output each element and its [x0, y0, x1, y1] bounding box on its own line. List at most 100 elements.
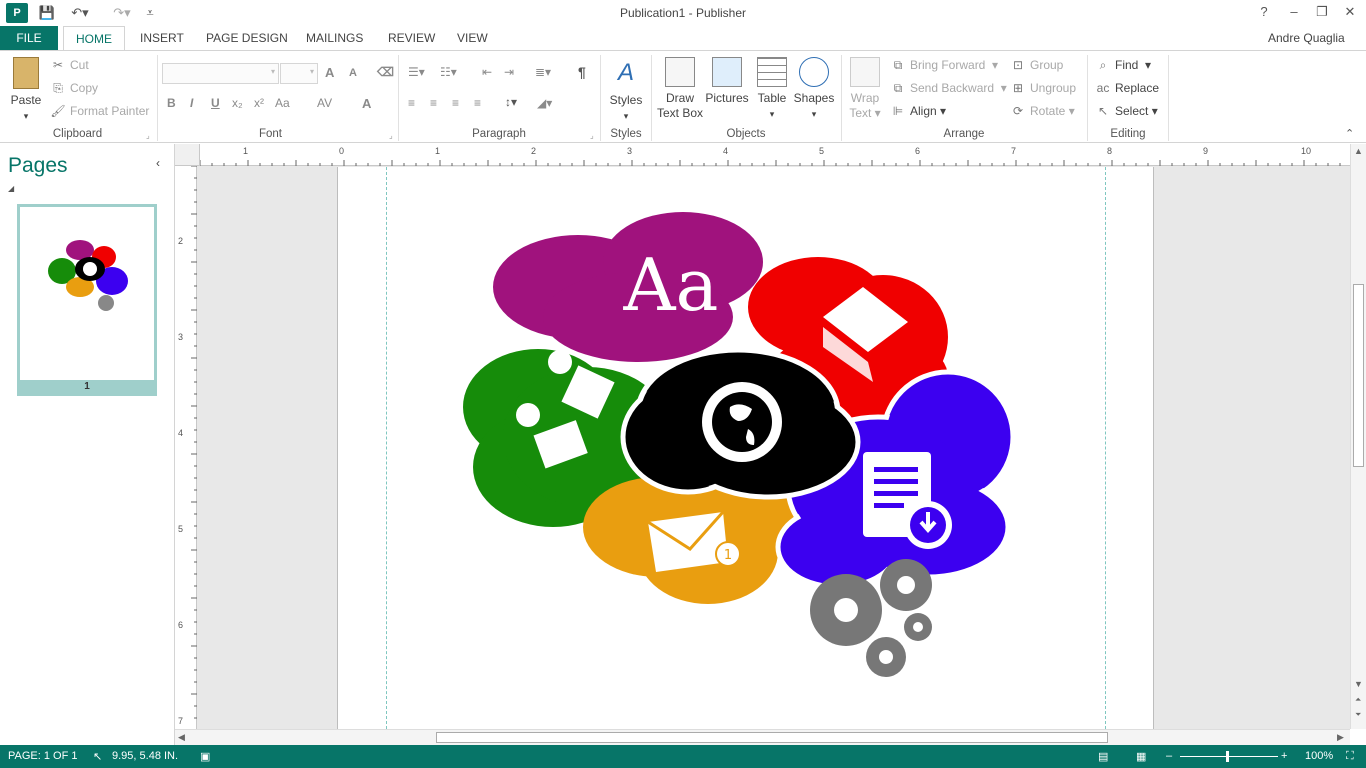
- shrink-font-button[interactable]: A: [349, 67, 357, 79]
- wrap-text-button[interactable]: Wrap Text ▾: [846, 57, 884, 121]
- cut-button[interactable]: ✂ Cut: [50, 57, 89, 73]
- bullets-icon[interactable]: ☰▾: [408, 65, 425, 79]
- zoom-slider-thumb[interactable]: [1226, 751, 1229, 762]
- ruler-label: 6: [178, 620, 184, 630]
- dialog-launcher-icon[interactable]: ⌟: [146, 131, 150, 140]
- cursor-arrow-icon: ↖: [93, 751, 103, 763]
- ruler-corner[interactable]: [175, 144, 200, 166]
- next-page-icon[interactable]: ⏷: [1355, 710, 1361, 720]
- justify-icon[interactable]: ≡: [474, 96, 481, 110]
- copy-icon: ⎘: [53, 81, 63, 95]
- thumbnail-artwork: [48, 240, 128, 311]
- format-painter-button[interactable]: 🖌 Format Painter: [50, 103, 149, 119]
- styles-button[interactable]: A Styles ▾: [606, 57, 646, 124]
- tab-view[interactable]: VIEW: [449, 26, 496, 50]
- restore-button[interactable]: ❐: [1308, 2, 1336, 22]
- scroll-left-icon[interactable]: ◀: [178, 732, 185, 743]
- decrease-indent-icon[interactable]: ⇤: [482, 65, 492, 79]
- font-color-button[interactable]: A: [362, 96, 371, 111]
- scroll-right-icon[interactable]: ▶: [1337, 732, 1344, 743]
- underline-button[interactable]: U: [211, 96, 220, 110]
- dialog-launcher-icon[interactable]: ⌟: [389, 131, 393, 140]
- rotate-button[interactable]: ⟳ Rotate ▾: [1010, 103, 1075, 119]
- ruler-label: 6: [915, 146, 921, 156]
- binoculars-icon: ⌕: [1099, 58, 1107, 72]
- close-button[interactable]: ✕: [1336, 2, 1364, 22]
- ruler-label: 5: [178, 524, 184, 534]
- font-size-combo[interactable]: ▾: [280, 63, 318, 84]
- subscript-button[interactable]: x₂: [232, 96, 243, 110]
- bold-button[interactable]: B: [167, 96, 176, 110]
- tab-review[interactable]: REVIEW: [380, 26, 443, 50]
- align-button[interactable]: ⊫ Align ▾: [890, 103, 946, 119]
- page-thumbnail[interactable]: 1: [17, 204, 157, 396]
- align-right-icon[interactable]: ≡: [452, 96, 459, 110]
- collapse-ribbon-icon[interactable]: ⌃: [1345, 127, 1354, 140]
- vertical-scrollbar[interactable]: ▲ ▼ ⏶ ⏷: [1350, 144, 1366, 729]
- align-left-icon[interactable]: ≡: [408, 96, 415, 110]
- italic-button[interactable]: I: [190, 96, 193, 110]
- help-button[interactable]: ?: [1250, 2, 1278, 22]
- select-button[interactable]: ↖ Select ▾: [1095, 103, 1158, 119]
- numbering-icon[interactable]: ☷▾: [440, 65, 457, 79]
- tab-mailings[interactable]: MAILINGS: [298, 26, 371, 50]
- character-spacing-button[interactable]: AV: [317, 96, 332, 110]
- table-button[interactable]: Table ▾: [753, 57, 791, 122]
- ungroup-button[interactable]: ⊞ Ungroup: [1010, 80, 1076, 96]
- shapes-button[interactable]: Shapes ▾: [793, 57, 835, 122]
- bring-forward-button[interactable]: ⧉ Bring Forward ▾: [890, 57, 998, 73]
- copy-button[interactable]: ⎘ Copy: [50, 80, 98, 96]
- vertical-ruler[interactable]: 2 3 4 5 6 7: [175, 165, 197, 729]
- align-center-icon[interactable]: ≡: [430, 96, 437, 110]
- expand-section-icon[interactable]: ◢: [8, 184, 14, 193]
- zoom-out-button[interactable]: –: [1166, 750, 1172, 762]
- grow-font-button[interactable]: A: [325, 65, 334, 80]
- collapse-pane-icon[interactable]: ‹: [156, 156, 160, 170]
- object-size-icon: ▣: [200, 751, 211, 763]
- pictures-button[interactable]: Pictures: [705, 57, 749, 106]
- change-case-button[interactable]: Aa: [275, 96, 290, 110]
- scroll-down-icon[interactable]: ▼: [1354, 679, 1363, 689]
- replace-button[interactable]: ac Replace: [1095, 80, 1159, 96]
- send-backward-button[interactable]: ⧉ Send Backward ▾: [890, 80, 1007, 96]
- find-button[interactable]: ⌕ Find ▾: [1095, 57, 1151, 73]
- publication-page[interactable]: Aa 1: [337, 167, 1154, 729]
- line-spacing-icon[interactable]: ↕▾: [505, 95, 517, 109]
- shading-icon[interactable]: ◢▾: [537, 96, 552, 110]
- show-paragraph-marks-button[interactable]: ¶: [578, 64, 586, 80]
- group-button[interactable]: ⊡ Group: [1010, 57, 1063, 73]
- vertical-scroll-thumb[interactable]: [1353, 284, 1364, 467]
- horizontal-ruler[interactable]: 1 0 1 2 3 4 5 6 7 8 9 10: [199, 144, 1350, 166]
- dialog-launcher-icon[interactable]: ⌟: [590, 131, 594, 140]
- clear-formatting-icon[interactable]: ⌫: [377, 65, 394, 79]
- tab-home[interactable]: HOME: [63, 26, 125, 51]
- tab-file[interactable]: FILE: [0, 26, 58, 50]
- styles-icon: A: [617, 59, 634, 86]
- font-name-combo[interactable]: ▾: [162, 63, 279, 84]
- superscript-button[interactable]: x²: [254, 96, 264, 110]
- tab-insert[interactable]: INSERT: [132, 26, 192, 50]
- horizontal-scroll-thumb[interactable]: [436, 732, 1108, 743]
- single-page-view-icon[interactable]: ▤: [1098, 750, 1108, 763]
- draw-text-box-button[interactable]: Draw Text Box: [656, 57, 704, 121]
- fit-page-icon[interactable]: ⛶: [1346, 750, 1354, 763]
- zoom-level[interactable]: 100%: [1305, 750, 1333, 762]
- window-title: Publication1 - Publisher: [619, 6, 747, 20]
- bring-forward-icon: ⧉: [893, 58, 903, 72]
- horizontal-scrollbar[interactable]: ◀ ▶: [175, 729, 1350, 745]
- tab-page-design[interactable]: PAGE DESIGN: [198, 26, 296, 50]
- user-name[interactable]: Andre Quaglia: [1260, 26, 1353, 50]
- zoom-in-button[interactable]: +: [1281, 750, 1287, 762]
- zoom-slider[interactable]: [1180, 756, 1278, 757]
- increase-indent-icon[interactable]: ⇥: [504, 65, 514, 79]
- font-group-label: Font: [258, 128, 282, 140]
- minimize-button[interactable]: –: [1280, 2, 1308, 22]
- two-page-view-icon[interactable]: ▦: [1136, 750, 1146, 763]
- ruler-label: 1: [243, 146, 249, 156]
- previous-page-icon[interactable]: ⏶: [1355, 695, 1361, 705]
- scroll-up-icon[interactable]: ▲: [1354, 146, 1363, 156]
- cloud-artwork[interactable]: Aa 1: [338, 167, 1155, 729]
- paste-button[interactable]: Paste ▾: [6, 57, 46, 124]
- page-indicator[interactable]: PAGE: 1 OF 1: [8, 750, 78, 762]
- columns-icon[interactable]: ≣▾: [535, 65, 551, 79]
